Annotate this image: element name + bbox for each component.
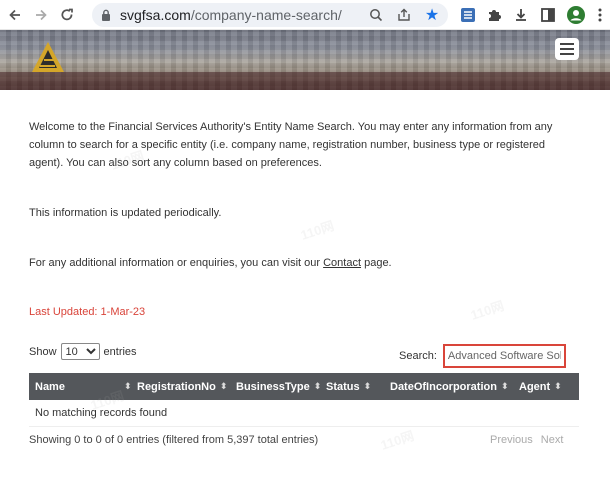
column-label: RegistrationNo xyxy=(137,380,216,393)
back-arrow-icon[interactable] xyxy=(4,4,26,26)
share-icon[interactable] xyxy=(394,5,414,25)
watermark: 110网 xyxy=(468,298,506,323)
page-length-control: Show 10 entries xyxy=(29,343,137,360)
watermark: 110网 xyxy=(298,218,336,243)
url-text: svgfsa.com/company-name-search/ xyxy=(120,7,342,23)
page-length-select[interactable]: 10 xyxy=(60,343,100,360)
sort-icon: ⬍ xyxy=(120,373,132,400)
url-domain: svgfsa.com xyxy=(120,7,191,23)
column-header-dateofincorporation[interactable]: DateOfIncorporation ⬍ xyxy=(390,373,509,400)
intro-paragraph: Welcome to the Financial Services Author… xyxy=(29,121,553,169)
watermark: 110网 xyxy=(378,428,416,453)
extension-icon[interactable] xyxy=(458,5,478,25)
profile-avatar-icon[interactable] xyxy=(566,5,586,25)
next-button[interactable]: Next xyxy=(541,434,564,446)
column-label: Status xyxy=(326,380,360,393)
entity-table: Name ⬍ RegistrationNo ⬍ BusinessType ⬍ Sta… xyxy=(29,373,579,427)
contact-paragraph: For any additional information or enquir… xyxy=(29,254,392,272)
table-header: Name ⬍ RegistrationNo ⬍ BusinessType ⬍ Sta… xyxy=(29,373,579,400)
last-updated: Last Updated: 1-Mar-23 xyxy=(29,306,146,318)
forward-arrow-icon[interactable] xyxy=(30,4,52,26)
download-icon[interactable] xyxy=(511,5,531,25)
sort-icon: ⬍ xyxy=(219,381,228,391)
sort-icon: ⬍ xyxy=(554,381,562,391)
contact-suffix: page. xyxy=(361,257,392,269)
entries-label: entries xyxy=(103,345,137,358)
sort-icon: ⬍ xyxy=(313,381,322,391)
url-path: /company-name-search/ xyxy=(190,7,342,23)
sort-icon: ⬍ xyxy=(500,381,509,391)
column-header-agent[interactable]: Agent ⬍ xyxy=(519,373,562,400)
sort-glyph: ⬍ xyxy=(124,381,132,391)
column-label: DateOfIncorporation xyxy=(390,380,497,393)
bookmark-star-icon[interactable]: ★ xyxy=(422,5,442,25)
update-note: This information is updated periodically… xyxy=(29,207,222,219)
pagination: Previous Next xyxy=(490,434,563,446)
show-label: Show xyxy=(29,345,57,358)
search-label: Search: xyxy=(399,350,437,362)
column-header-businesstype[interactable]: BusinessType ⬍ xyxy=(236,373,321,400)
reload-icon[interactable] xyxy=(56,4,78,26)
puzzle-icon[interactable] xyxy=(484,5,504,25)
site-logo[interactable] xyxy=(30,40,66,74)
column-label: Agent xyxy=(519,380,551,393)
hero-banner xyxy=(0,30,610,90)
column-header-name[interactable]: Name xyxy=(35,373,65,400)
table-row: No matching records found xyxy=(29,400,579,427)
lock-icon xyxy=(101,9,111,21)
contact-prefix: For any additional information or enquir… xyxy=(29,257,324,269)
search-input[interactable] xyxy=(442,344,566,368)
table-info: Showing 0 to 0 of 0 entries (filtered fr… xyxy=(29,434,319,446)
browser-toolbar: svgfsa.com/company-name-search/ ★ xyxy=(0,0,610,30)
side-panel-icon[interactable] xyxy=(538,5,558,25)
more-menu-icon[interactable] xyxy=(590,5,610,25)
hero-band xyxy=(0,72,610,90)
address-bar[interactable]: svgfsa.com/company-name-search/ ★ xyxy=(92,3,448,27)
sort-icon: ⬍ xyxy=(363,381,372,391)
previous-button[interactable]: Previous xyxy=(490,434,533,446)
hamburger-menu-icon[interactable] xyxy=(555,38,579,60)
contact-link[interactable]: Contact xyxy=(323,257,361,269)
search-control: Search: xyxy=(399,344,566,368)
column-label: BusinessType xyxy=(236,380,310,393)
zoom-icon[interactable] xyxy=(366,5,386,25)
column-label: Name xyxy=(35,380,65,393)
column-header-registrationno[interactable]: RegistrationNo ⬍ xyxy=(137,373,227,400)
column-header-status[interactable]: Status ⬍ xyxy=(326,373,371,400)
